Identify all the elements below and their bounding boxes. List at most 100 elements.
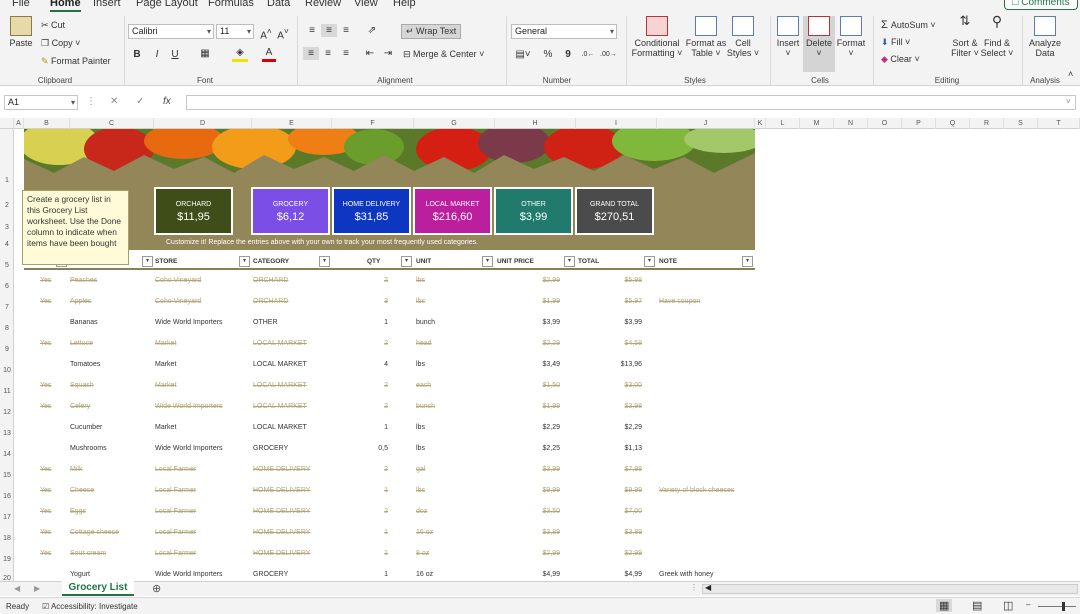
cell-note[interactable]: Variety of block cheeses	[659, 487, 755, 494]
cell-store[interactable]: Market	[155, 424, 253, 431]
cell-qty[interactable]: 1	[348, 550, 388, 557]
cell-total[interactable]: $3,99	[578, 319, 642, 326]
column-header[interactable]: S	[1004, 118, 1038, 129]
cell-item[interactable]: Tomatoes	[70, 361, 154, 368]
cell-total[interactable]: $2,29	[578, 424, 642, 431]
cell-category[interactable]: LOCAL MARKET	[253, 361, 333, 368]
table-row[interactable]: Yes Lettuce Market LOCAL MARKET 2 head $2,29 $4…	[24, 333, 755, 354]
column-header[interactable]: N	[834, 118, 868, 129]
cell-item[interactable]: Sour cream	[70, 550, 154, 557]
cell-qty[interactable]: 4	[348, 361, 388, 368]
cell-price[interactable]: $2,99	[497, 277, 560, 284]
insert-cells-button[interactable]: Insert ˅	[774, 16, 802, 58]
cell-category[interactable]: ORCHARD	[253, 298, 333, 305]
cell-qty[interactable]: 1	[348, 487, 388, 494]
accessibility-status[interactable]: ☑ Accessibility: Investigate	[42, 602, 138, 611]
cell-unit[interactable]: gal	[416, 466, 486, 473]
row-header[interactable]: 2	[0, 202, 14, 209]
column-header[interactable]: I	[576, 118, 657, 129]
cell-category[interactable]: LOCAL MARKET	[253, 424, 333, 431]
italic-button[interactable]: I	[151, 48, 163, 61]
table-row[interactable]: Yes Cheese Local Farmer HOME DELIVERY 1 lbs $9…	[24, 480, 755, 501]
menu-review[interactable]: Review	[305, 0, 341, 9]
cell-total[interactable]: $3,98	[578, 403, 642, 410]
row-header[interactable]: 13	[0, 430, 14, 437]
cell-price[interactable]: $3,50	[497, 508, 560, 515]
page-layout-view-icon[interactable]: ▤	[972, 599, 982, 612]
cell-price[interactable]: $1,99	[497, 298, 560, 305]
cell-total[interactable]: $4,99	[578, 571, 642, 578]
cut-button[interactable]: ✂ Cut	[41, 20, 65, 31]
add-sheet-icon[interactable]: ⊕	[152, 582, 161, 595]
cell-qty[interactable]: 0,5	[348, 445, 388, 452]
cell-store[interactable]: Coho Vineyard	[155, 298, 253, 305]
cell-unit[interactable]: each	[416, 382, 486, 389]
cell-done[interactable]: Yes	[40, 340, 70, 347]
cell-qty[interactable]: 3	[348, 298, 388, 305]
row-header[interactable]: 9	[0, 346, 14, 353]
cell-unit[interactable]: lbs	[416, 277, 486, 284]
cell-total[interactable]: $3,00	[578, 382, 642, 389]
column-header[interactable]: D	[154, 118, 252, 129]
select-all-corner[interactable]	[0, 118, 14, 129]
cell-total[interactable]: $5,97	[578, 298, 642, 305]
row-header[interactable]: 10	[0, 367, 14, 374]
cell-store[interactable]: Local Farmer	[155, 487, 253, 494]
cell-qty[interactable]: 2	[348, 340, 388, 347]
cell-unit[interactable]: doz	[416, 508, 486, 515]
fill-button[interactable]: ⬇ Fill ˅	[881, 37, 910, 48]
sort-filter-button[interactable]: ⇅ Sort & Filter ˅	[948, 14, 982, 58]
underline-button[interactable]: U	[169, 48, 181, 61]
cell-qty[interactable]: 2	[348, 508, 388, 515]
row-header[interactable]: 7	[0, 304, 14, 311]
cell-item[interactable]: Mushrooms	[70, 445, 154, 452]
row-header[interactable]: 3	[0, 224, 14, 231]
table-row[interactable]: Tomatoes Market LOCAL MARKET 4 lbs $3,49 $13,9…	[24, 354, 755, 375]
cell-price[interactable]: $4,99	[497, 571, 560, 578]
next-sheet-icon[interactable]: ▶	[34, 584, 40, 593]
cell-item[interactable]: Squash	[70, 382, 154, 389]
font-size-dropdown[interactable]: 11 ▾	[216, 24, 254, 39]
row-header[interactable]: 16	[0, 493, 14, 500]
cell-total[interactable]: $1,13	[578, 445, 642, 452]
column-header[interactable]: L	[766, 118, 800, 129]
row-header[interactable]: 5	[0, 262, 14, 269]
menu-page-layout[interactable]: Page Layout	[136, 0, 198, 9]
column-header[interactable]: P	[902, 118, 936, 129]
comma-button[interactable]: 9	[563, 48, 573, 61]
zoom-slider[interactable]	[1038, 602, 1076, 611]
autosum-button[interactable]: Σ AutoSum ˅	[881, 19, 936, 31]
cell-category[interactable]: GROCERY	[253, 445, 333, 452]
cell-price[interactable]: $3,99	[497, 319, 560, 326]
cell-price[interactable]: $3,99	[497, 466, 560, 473]
column-header[interactable]: H	[495, 118, 576, 129]
decrease-font-button[interactable]: A˅	[276, 25, 290, 42]
tab-options-icon[interactable]: ⋮	[690, 583, 698, 592]
increase-decimal-icon[interactable]: .0←	[580, 48, 596, 61]
align-center-icon[interactable]: ≡	[321, 47, 335, 60]
align-left-icon[interactable]: ≡	[303, 47, 319, 60]
table-row[interactable]: Yes Sour cream Local Farmer HOME DELIVERY 1 8…	[24, 543, 755, 564]
row-header[interactable]: 17	[0, 514, 14, 521]
more-options-icon[interactable]: ⋮	[86, 96, 96, 107]
filter-dropdown-icon[interactable]: ▾	[319, 256, 330, 267]
column-header[interactable]: B	[24, 118, 70, 129]
page-break-view-icon[interactable]: ◫	[1003, 599, 1013, 612]
cell-done[interactable]: Yes	[40, 298, 70, 305]
menu-view[interactable]: View	[354, 0, 378, 9]
cancel-icon[interactable]: ✕	[110, 96, 118, 107]
delete-cells-button[interactable]: Delete ˅	[803, 16, 835, 72]
column-header[interactable]: M	[800, 118, 834, 129]
cell-qty[interactable]: 1	[348, 424, 388, 431]
cell-category[interactable]: HOME DELIVERY	[253, 487, 333, 494]
cell-category[interactable]: HOME DELIVERY	[253, 508, 333, 515]
cell-store[interactable]: Wide World Importers	[155, 319, 253, 326]
comments-button[interactable]: □ Comments	[1004, 0, 1078, 10]
column-header[interactable]: J	[657, 118, 755, 129]
cell-store[interactable]: Market	[155, 382, 253, 389]
orientation-icon[interactable]: ⇗	[363, 24, 381, 37]
cell-item[interactable]: Cucumber	[70, 424, 154, 431]
cell-store[interactable]: Market	[155, 340, 253, 347]
column-header[interactable]: T	[1038, 118, 1080, 129]
cell-qty[interactable]: 2	[348, 466, 388, 473]
